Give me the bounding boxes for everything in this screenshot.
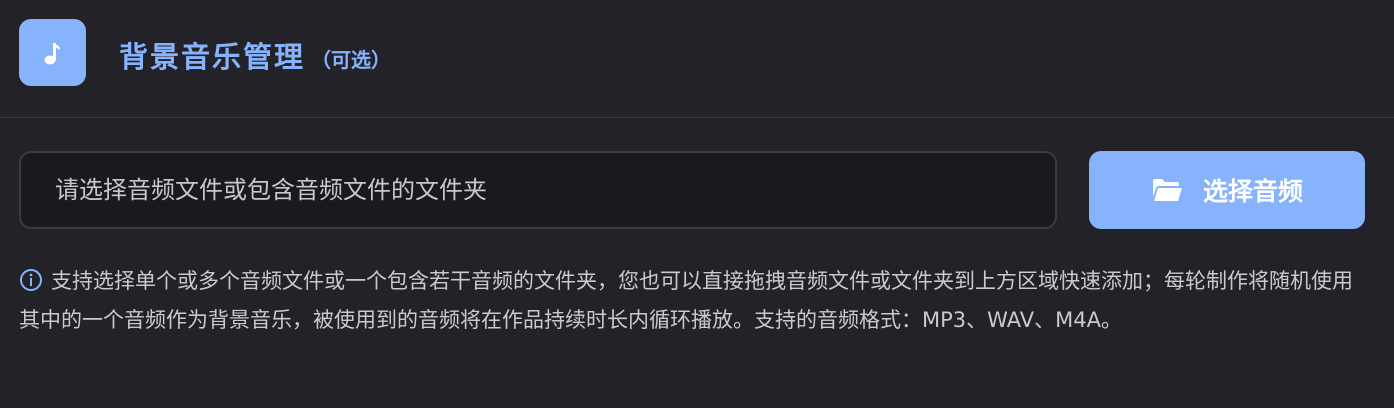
info-icon <box>19 266 43 291</box>
title-optional-tag: （可选） <box>311 48 392 72</box>
title-text: 背景音乐管理 <box>119 40 306 74</box>
music-note-icon <box>19 19 86 86</box>
audio-path-input[interactable] <box>19 151 1057 229</box>
choose-audio-button[interactable]: 选择音频 <box>1089 151 1365 229</box>
help-text-block: 支持选择单个或多个音频文件或一个包含若干音频的文件夹，您也可以直接拖拽音频文件或… <box>19 262 1359 340</box>
folder-icon <box>1151 177 1183 203</box>
page-title: 背景音乐管理 （可选） <box>119 34 391 76</box>
section-header: 背景音乐管理 （可选） <box>0 0 1394 118</box>
help-text: 支持选择单个或多个音频文件或一个包含若干音频的文件夹，您也可以直接拖拽音频文件或… <box>19 269 1353 332</box>
choose-audio-label: 选择音频 <box>1202 177 1303 206</box>
